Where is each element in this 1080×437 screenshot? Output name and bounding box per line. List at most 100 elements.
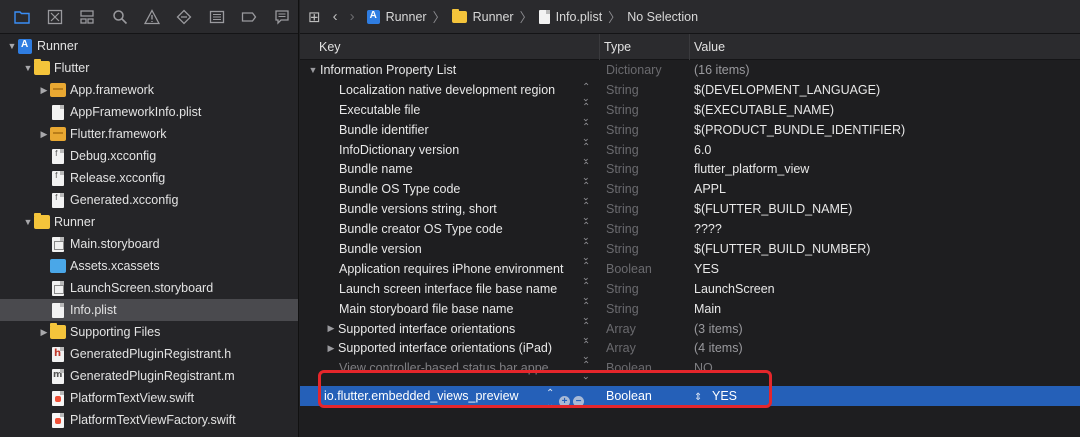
plist-row[interactable]: Bundle identifier ⌃ ⌃ String $(PRODUCT_BUNDL… bbox=[300, 120, 1080, 142]
plist-value-cell[interactable]: $(FLUTTER_BUILD_NUMBER) bbox=[690, 242, 1080, 256]
plist-type-cell[interactable]: Array bbox=[600, 322, 690, 336]
disclosure-open-icon[interactable]: ▼ bbox=[306, 65, 320, 75]
plist-value-cell[interactable]: $(EXECUTABLE_NAME) bbox=[690, 103, 1080, 117]
plist-key-cell[interactable]: Bundle OS Type code ⌃ ⌃ bbox=[300, 182, 600, 202]
navigator-item[interactable]: Main.storyboard bbox=[0, 233, 298, 255]
disclosure-open-icon[interactable]: ▼ bbox=[22, 63, 34, 73]
navigator-item[interactable]: Release.xcconfig bbox=[0, 167, 298, 189]
plist-row[interactable]: Bundle name ⌃ ⌃ String flutter_platform_view bbox=[300, 159, 1080, 182]
plist-row[interactable]: Launch screen interface file base name ⌃ ⌃… bbox=[300, 279, 1080, 301]
breadcrumb-item[interactable]: Runner bbox=[386, 10, 427, 24]
search-icon[interactable] bbox=[103, 0, 135, 34]
plist-key-cell[interactable]: io.flutter.embedded_views_preview ⌃ ⌃ + − bbox=[300, 389, 600, 409]
plist-row[interactable]: ▼ Information Property List Dictionary (16 … bbox=[300, 60, 1080, 80]
key-stepper-icon[interactable]: ⌃ ⌃ bbox=[582, 281, 591, 301]
plist-key-cell[interactable]: View controller-based status bar appe...… bbox=[300, 361, 600, 381]
plist-type-cell[interactable]: String bbox=[600, 222, 690, 236]
plist-key-cell[interactable]: Bundle version ⌃ ⌃ bbox=[300, 241, 600, 261]
plist-type-cell[interactable]: String bbox=[600, 242, 690, 256]
plist-row[interactable]: Bundle OS Type code ⌃ ⌃ String APPL bbox=[300, 179, 1080, 202]
source-control-icon[interactable] bbox=[38, 0, 70, 34]
plist-value-cell[interactable]: 6.0 bbox=[690, 143, 1080, 157]
breadcrumb-item[interactable]: No Selection bbox=[627, 10, 698, 24]
navigator-item[interactable]: LaunchScreen.storyboard bbox=[0, 277, 298, 299]
plist-type-cell[interactable]: String bbox=[600, 182, 690, 196]
plist-value-cell[interactable]: NO bbox=[690, 361, 1080, 375]
key-stepper-icon[interactable]: ⌃ ⌃ bbox=[582, 301, 591, 321]
disclosure-closed-icon[interactable]: ▶ bbox=[38, 129, 50, 140]
plist-row[interactable]: Localization native development region ⌃ ⌃… bbox=[300, 80, 1080, 102]
plist-key-cell[interactable]: Bundle creator OS Type code ⌃ ⌃ bbox=[300, 222, 600, 242]
plist-value-cell[interactable]: (3 items) bbox=[690, 322, 1080, 336]
plist-key-cell[interactable]: ▼ Information Property List bbox=[300, 63, 600, 77]
key-stepper-icon[interactable]: ⌃ ⌃ bbox=[582, 162, 591, 182]
breadcrumb-item[interactable]: Runner bbox=[473, 10, 514, 24]
plist-type-cell[interactable]: String bbox=[600, 302, 690, 316]
test-icon[interactable] bbox=[168, 0, 200, 34]
plist-key-cell[interactable]: Bundle versions string, short ⌃ ⌃ bbox=[300, 202, 600, 222]
disclosure-closed-icon[interactable]: ▶ bbox=[324, 323, 338, 334]
key-stepper-icon[interactable]: ⌃ ⌃ bbox=[582, 122, 591, 142]
plist-row[interactable]: View controller-based status bar appe...… bbox=[300, 358, 1080, 381]
plist-value-cell[interactable]: ⇕ YES bbox=[690, 389, 1080, 403]
key-stepper-icon[interactable]: ⌃ ⌃ bbox=[546, 389, 555, 409]
navigator-item[interactable]: ▶ Flutter.framework bbox=[0, 123, 298, 145]
plist-value-cell[interactable]: (16 items) bbox=[690, 63, 1080, 77]
hierarchy-icon[interactable] bbox=[71, 0, 103, 34]
plist-type-cell[interactable]: Array bbox=[600, 341, 690, 355]
plist-row[interactable]: Executable file ⌃ ⌃ String $(EXECUTABLE_NAME… bbox=[300, 100, 1080, 122]
plist-value-cell[interactable]: ???? bbox=[690, 222, 1080, 236]
key-stepper-icon[interactable]: ⌃ ⌃ bbox=[582, 321, 591, 341]
plist-key-cell[interactable]: Bundle name ⌃ ⌃ bbox=[300, 162, 600, 182]
plist-key-cell[interactable]: ▶ Supported interface orientations (iPad)… bbox=[300, 341, 600, 361]
plist-key-cell[interactable]: Bundle identifier ⌃ ⌃ bbox=[300, 122, 600, 142]
plist-value-cell[interactable]: $(FLUTTER_BUILD_NAME) bbox=[690, 202, 1080, 216]
plist-key-cell[interactable]: Localization native development region ⌃ ⌃ bbox=[300, 82, 600, 102]
navigator-item[interactable]: GeneratedPluginRegistrant.h bbox=[0, 343, 298, 365]
plist-value-cell[interactable]: LaunchScreen bbox=[690, 282, 1080, 296]
navigator-item[interactable]: ▼ Runner bbox=[0, 211, 298, 233]
navigator-item[interactable]: ▶ App.framework bbox=[0, 79, 298, 101]
key-stepper-icon[interactable]: ⌃ ⌃ bbox=[582, 82, 591, 102]
plist-row[interactable]: ▶ Supported interface orientations ⌃ ⌃ Array… bbox=[300, 319, 1080, 341]
key-stepper-icon[interactable]: ⌃ ⌃ bbox=[582, 142, 591, 162]
back-arrow-icon[interactable]: ‹ bbox=[333, 8, 338, 25]
navigator-item[interactable]: ▶ Supporting Files bbox=[0, 321, 298, 343]
plist-type-cell[interactable]: String bbox=[600, 143, 690, 157]
navigator-item[interactable]: PlatformTextView.swift bbox=[0, 387, 298, 409]
key-stepper-icon[interactable]: ⌃ ⌃ bbox=[582, 202, 591, 222]
plist-type-cell[interactable]: Boolean bbox=[600, 389, 690, 403]
plist-row[interactable]: Bundle version ⌃ ⌃ String $(FLUTTER_BUILD_NU… bbox=[300, 239, 1080, 261]
breakpoint-icon[interactable] bbox=[233, 0, 265, 34]
plist-key-cell[interactable]: Executable file ⌃ ⌃ bbox=[300, 102, 600, 122]
plist-value-cell[interactable]: (4 items) bbox=[690, 341, 1080, 355]
folder-icon[interactable] bbox=[6, 0, 38, 34]
plist-key-cell[interactable]: Application requires iPhone environment ⌃… bbox=[300, 261, 600, 281]
plist-key-cell[interactable]: InfoDictionary version ⌃ ⌃ bbox=[300, 142, 600, 162]
add-row-button[interactable]: + bbox=[559, 396, 570, 408]
plist-value-cell[interactable]: Main bbox=[690, 302, 1080, 316]
disclosure-closed-icon[interactable]: ▶ bbox=[38, 85, 50, 96]
disclosure-open-icon[interactable]: ▼ bbox=[6, 41, 18, 51]
navigator-item[interactable]: PlatformTextViewFactory.swift bbox=[0, 409, 298, 431]
value-stepper-icon[interactable]: ⇕ bbox=[694, 392, 708, 403]
key-column-header[interactable]: Key bbox=[300, 33, 600, 60]
navigator-item[interactable]: Assets.xcassets bbox=[0, 255, 298, 277]
key-stepper-icon[interactable]: ⌃ ⌃ bbox=[582, 182, 591, 202]
plist-type-cell[interactable]: String bbox=[600, 83, 690, 97]
plist-row[interactable]: Bundle creator OS Type code ⌃ ⌃ String???? bbox=[300, 219, 1080, 242]
plist-row[interactable]: InfoDictionary version ⌃ ⌃ String 6.0 bbox=[300, 140, 1080, 162]
disclosure-open-icon[interactable]: ▼ bbox=[22, 217, 34, 227]
navigator-item[interactable]: ▼ Runner bbox=[0, 35, 298, 57]
value-column-header[interactable]: Value bbox=[690, 34, 1080, 60]
plist-row[interactable]: ▶ Supported interface orientations (iPad)… bbox=[300, 338, 1080, 361]
key-stepper-icon[interactable]: ⌃ ⌃ bbox=[582, 361, 591, 381]
plist-value-cell[interactable]: $(DEVELOPMENT_LANGUAGE) bbox=[690, 83, 1080, 97]
related-items-icon[interactable]: ⊞ bbox=[308, 8, 321, 26]
plist-type-cell[interactable]: String bbox=[600, 282, 690, 296]
plist-type-cell[interactable]: String bbox=[600, 202, 690, 216]
key-stepper-icon[interactable]: ⌃ ⌃ bbox=[582, 261, 591, 281]
plist-value-cell[interactable]: APPL bbox=[690, 182, 1080, 196]
key-stepper-icon[interactable]: ⌃ ⌃ bbox=[582, 222, 591, 242]
navigator-item[interactable]: Debug.xcconfig bbox=[0, 145, 298, 167]
